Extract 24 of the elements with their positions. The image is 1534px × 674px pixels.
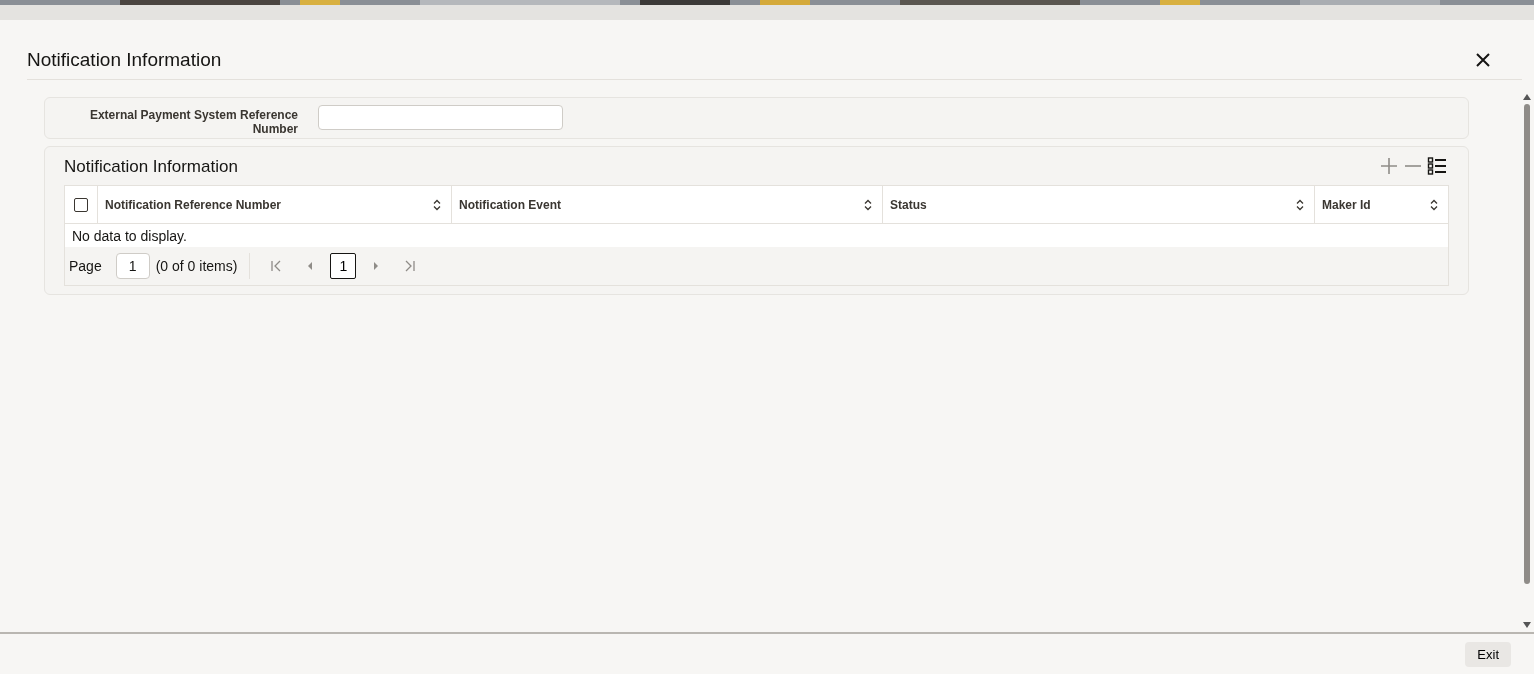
list-icon[interactable] xyxy=(1427,156,1447,176)
page-label: Page xyxy=(69,256,102,276)
page-input[interactable]: 1 xyxy=(115,253,150,279)
sort-icon[interactable] xyxy=(1430,198,1438,211)
scrollbar-thumb[interactable] xyxy=(1524,104,1530,584)
section-title: Notification Information xyxy=(64,157,238,177)
column-header[interactable]: Notification Event xyxy=(459,195,561,214)
items-summary: (0 of 0 items) xyxy=(155,256,238,276)
page-button[interactable]: 1 xyxy=(330,253,357,279)
sort-icon[interactable] xyxy=(864,198,872,211)
column-header[interactable]: Notification Reference Number xyxy=(105,195,282,214)
window-title: Notification Information xyxy=(27,49,222,71)
sort-icon[interactable] xyxy=(1296,198,1304,211)
column-header[interactable]: Status xyxy=(890,195,927,214)
empty-message: No data to display. xyxy=(71,227,188,246)
sort-icon[interactable] xyxy=(433,198,441,211)
input-field[interactable] xyxy=(318,104,563,130)
close-icon[interactable] xyxy=(1474,51,1492,69)
column-header[interactable]: Maker Id xyxy=(1322,195,1371,214)
scroll-down-icon[interactable] xyxy=(1523,622,1531,628)
field-label: External Payment System Reference Number xyxy=(88,107,298,136)
scroll-up-icon[interactable] xyxy=(1523,94,1531,100)
exit-button[interactable]: Exit xyxy=(1465,641,1511,667)
select-all-checkbox[interactable] xyxy=(74,197,88,212)
